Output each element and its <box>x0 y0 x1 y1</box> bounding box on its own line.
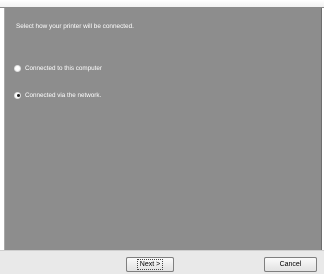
cancel-button[interactable]: Cancel <box>264 257 317 272</box>
button-bar: Next > Cancel <box>0 250 324 274</box>
next-button-label: Next > <box>136 259 164 270</box>
option-label-network: Connected via the network. <box>25 91 102 99</box>
option-network-connection[interactable]: Connected via the network. <box>14 89 101 101</box>
connection-panel: Select how your printer will be connecte… <box>4 8 322 250</box>
radio-local-connection[interactable] <box>14 64 21 72</box>
option-label-local: Connected to this computer <box>25 64 103 72</box>
next-button[interactable]: Next > <box>126 257 174 272</box>
window-top-edge <box>0 0 324 8</box>
instruction-text: Select how your printer will be connecte… <box>16 23 134 30</box>
option-local-connection[interactable]: Connected to this computer <box>14 62 102 74</box>
radio-network-connection[interactable] <box>14 91 21 99</box>
